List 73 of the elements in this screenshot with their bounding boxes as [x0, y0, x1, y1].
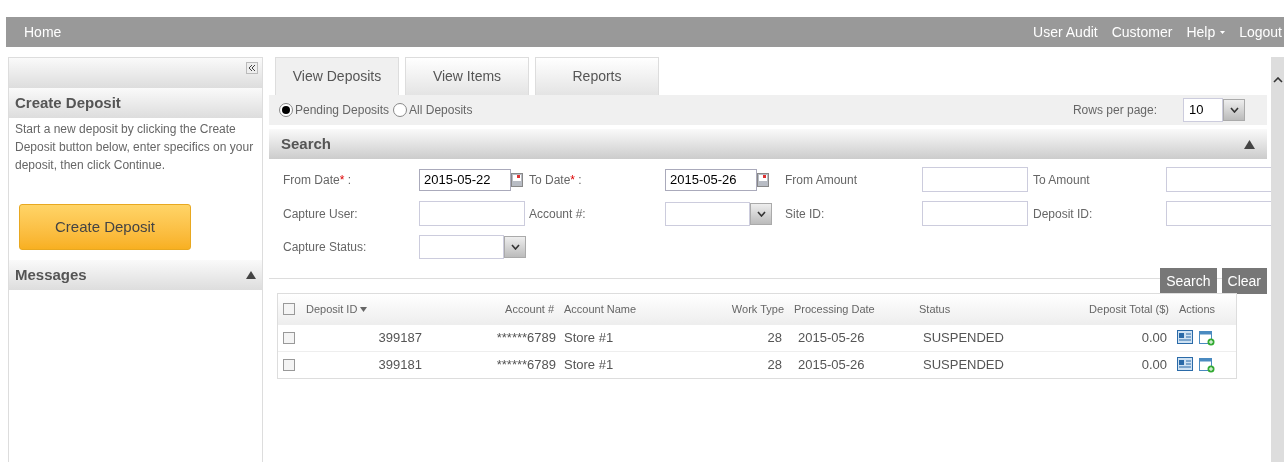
collapse-icon[interactable]: [246, 62, 258, 74]
input-field[interactable]: [1166, 201, 1272, 226]
calendar-icon[interactable]: [757, 172, 769, 187]
table-cell-text: 2015-05-26: [797, 356, 866, 375]
date-field[interactable]: 2015-05-26: [665, 168, 757, 191]
search-panel-button[interactable]: Clear: [1221, 268, 1267, 294]
search-panel-button[interactable]: Search: [1160, 268, 1217, 294]
row-checkbox[interactable]: [283, 359, 295, 371]
rows-per-page-label: Rows per page:: [1072, 102, 1157, 119]
tab[interactable]: Reports: [535, 57, 659, 95]
table-cell-text: Store #1: [563, 356, 615, 375]
table-cell-text: ******6789: [495, 329, 557, 348]
field-label: From Date* :: [283, 171, 353, 189]
caret-icon: [1220, 29, 1226, 35]
section-title: Create Deposit: [15, 92, 121, 113]
field-label: Account #:: [529, 205, 587, 223]
tab[interactable]: View Deposits: [275, 57, 399, 95]
add-document-icon[interactable]: [1199, 330, 1215, 346]
input-field[interactable]: [922, 167, 1028, 192]
table-cell-text: 399187: [377, 329, 423, 348]
table-cell-text: 2015-05-26: [797, 329, 866, 348]
radio-option[interactable]: Pending Deposits: [279, 101, 390, 119]
collapse-triangle-icon: [246, 271, 256, 279]
table-cell-text: 28: [766, 356, 783, 375]
select-field[interactable]: [419, 235, 504, 259]
table-cell-text: 0.00: [1140, 329, 1168, 348]
field-label: From Amount: [785, 171, 859, 189]
radio-label: All Deposits: [409, 102, 473, 119]
row-checkbox[interactable]: [283, 332, 295, 344]
sidebar-description: Start a new deposit by clicking the Create Deposit button below, enter specifics on your deposit, then click Continue.: [14, 121, 255, 174]
table-cell-text: 0.00: [1140, 356, 1168, 375]
table-cell-text: SUSPENDED: [922, 356, 1005, 375]
radio-option[interactable]: All Deposits: [393, 101, 473, 119]
input-field[interactable]: [419, 201, 525, 226]
radio-button[interactable]: [279, 103, 293, 117]
collapse-triangle-icon: [1244, 139, 1255, 149]
field-label: Deposit ID:: [1033, 205, 1094, 223]
rows-per-page-select[interactable]: 10: [1183, 98, 1223, 122]
column-header[interactable]: Deposit ID: [300, 300, 430, 318]
input-field[interactable]: [1166, 167, 1272, 192]
section-title: Messages: [15, 264, 87, 285]
field-label: Capture User:: [283, 205, 359, 223]
calendar-icon[interactable]: [511, 172, 523, 187]
column-header[interactable]: Deposit Total ($): [1040, 300, 1175, 318]
radio-label: Pending Deposits: [295, 102, 390, 119]
column-header[interactable]: Actions: [1175, 300, 1235, 318]
table-cell-text: 28: [766, 329, 783, 348]
add-document-icon[interactable]: [1199, 357, 1215, 373]
radio-button[interactable]: [393, 103, 408, 117]
details-card-icon[interactable]: [1177, 357, 1193, 371]
select-all-checkbox[interactable]: [283, 303, 295, 315]
date-field[interactable]: 2015-05-22: [419, 168, 511, 191]
column-header[interactable]: Processing Date: [790, 300, 915, 318]
input-field[interactable]: [922, 201, 1028, 226]
scroll-up-icon[interactable]: [1272, 77, 1283, 83]
column-header[interactable]: Status: [915, 300, 1040, 318]
sort-descending-icon: [360, 306, 368, 312]
column-header[interactable]: Account #: [430, 300, 560, 318]
search-title: Search: [281, 133, 332, 154]
select-field[interactable]: [665, 201, 750, 226]
table-cell-text: SUSPENDED: [922, 329, 1005, 348]
table-cell-text: Store #1: [563, 329, 615, 348]
tab[interactable]: View Items: [405, 57, 529, 95]
create-deposit-button[interactable]: Create Deposit: [19, 204, 191, 250]
details-card-icon[interactable]: [1177, 330, 1193, 344]
field-label: To Amount: [1033, 171, 1091, 189]
table-cell-text: ******6789: [495, 356, 557, 375]
column-header[interactable]: Work Type: [680, 300, 790, 318]
field-label: Capture Status:: [283, 239, 368, 256]
column-header[interactable]: Account Name: [560, 300, 680, 318]
table-cell-text: 399181: [377, 356, 423, 375]
field-label: Site ID:: [785, 205, 826, 223]
field-label: To Date* :: [529, 171, 583, 189]
